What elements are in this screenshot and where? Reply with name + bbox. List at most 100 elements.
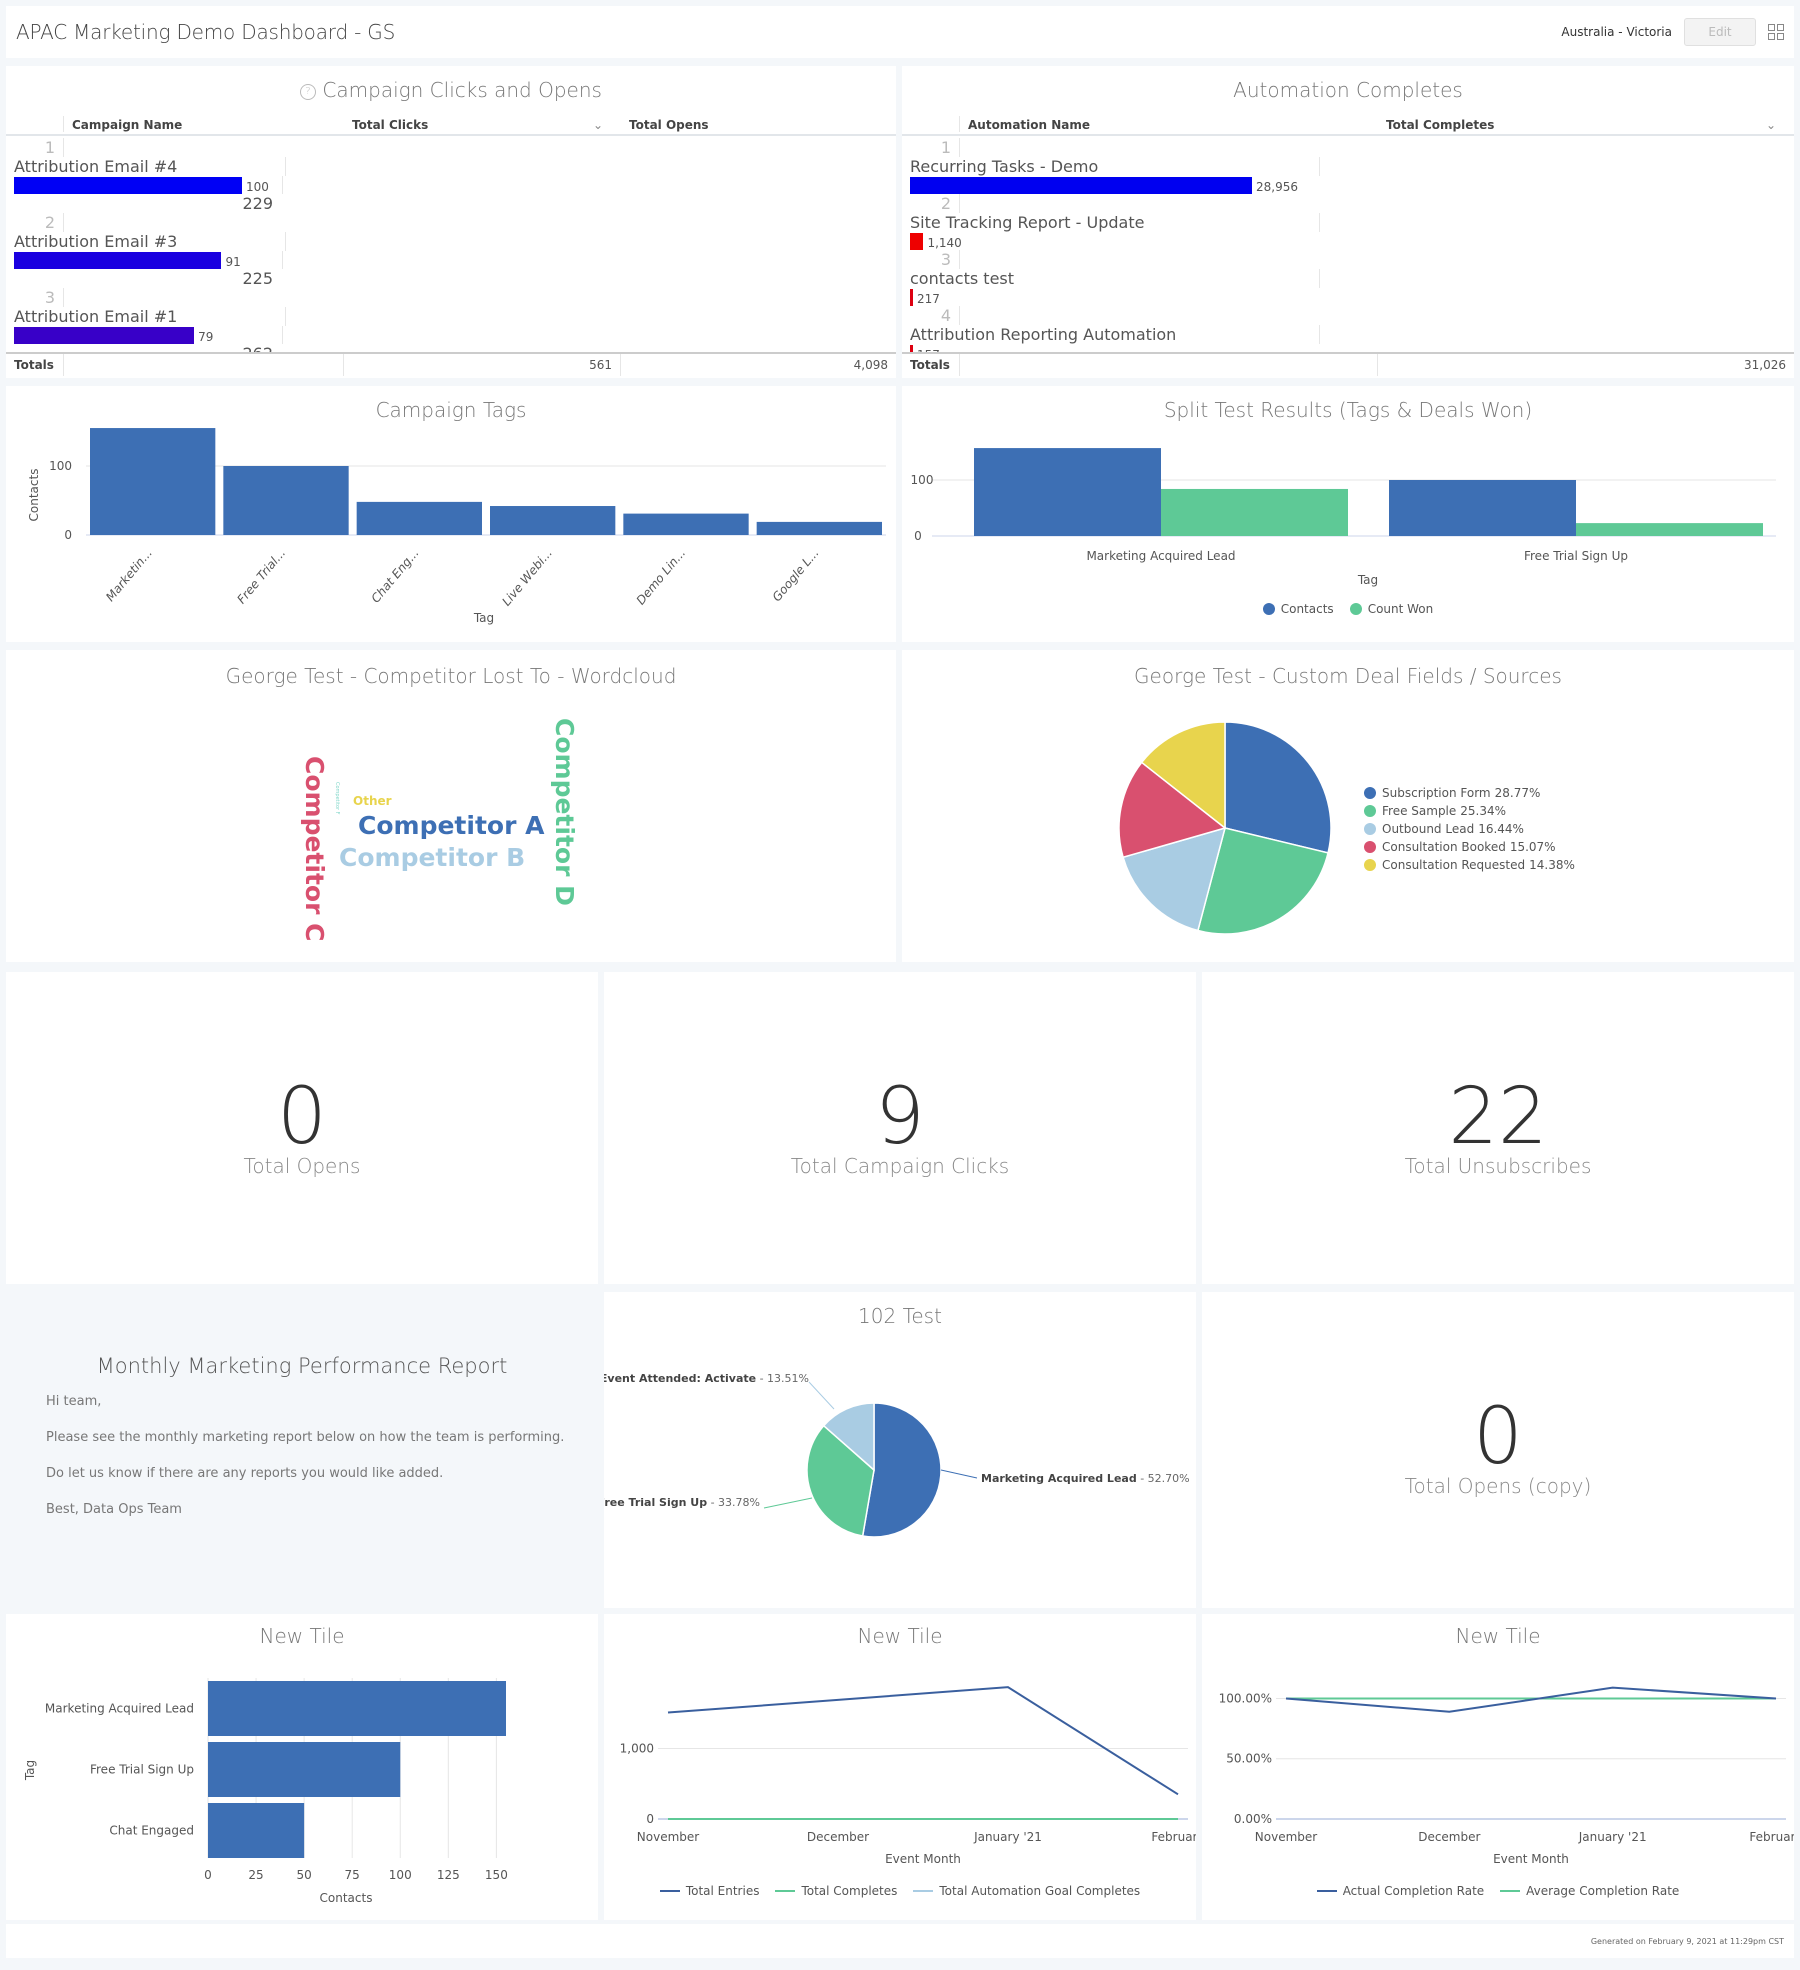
kpi-label: Total Opens (copy) — [1404, 1474, 1592, 1498]
kpi-total-opens-copy-tile: 0 Total Opens (copy) — [1202, 1292, 1794, 1608]
legend-value: 25.34% — [1460, 804, 1507, 818]
column-header-campaign-name[interactable]: Campaign Name — [64, 118, 344, 132]
legend-item-actual-rate[interactable]: Actual Completion Rate — [1316, 1884, 1484, 1898]
legend-item[interactable]: Subscription Form 28.77% — [1364, 784, 1575, 802]
opens-value: 229 — [242, 194, 273, 213]
table-row[interactable]: 2 Site Tracking Report - Update 1,140 — [902, 194, 1794, 250]
bar — [1161, 488, 1348, 536]
category-label: December — [1418, 1830, 1480, 1844]
clicks-bar — [14, 326, 195, 344]
legend-value: 15.07% — [1509, 840, 1556, 854]
edit-button[interactable]: Edit — [1684, 18, 1756, 46]
table-row[interactable]: 3 Attribution Email #1 79 262 — [6, 288, 896, 354]
split-test-tile: Split Test Results (Tags & Deals Won) 01… — [902, 386, 1794, 642]
category-label: Demo Lin... — [634, 546, 689, 608]
column-header-total-clicks[interactable]: Total Clicks ⌄ — [344, 118, 621, 132]
clicks-value: 79 — [198, 330, 214, 344]
campaign-tags-tile: Campaign Tags 0 100 Marketin... Free Trial.… — [6, 386, 896, 642]
tick-label: 0 — [204, 1868, 212, 1882]
bar — [223, 466, 349, 535]
row-index: 4 — [902, 306, 960, 325]
tile-title: Automation Completes — [1233, 78, 1463, 102]
bar — [623, 513, 749, 535]
category-label: Free Trial Sign Up — [90, 1763, 194, 1777]
legend-item-goal-completes[interactable]: Total Automation Goal Completes — [913, 1884, 1140, 1898]
row-index: 1 — [6, 138, 64, 157]
callout-line — [808, 1381, 835, 1410]
legend-item[interactable]: Consultation Requested 14.38% — [1364, 856, 1575, 874]
tick-label: 50 — [296, 1868, 311, 1882]
chart-legend: Subscription Form 28.77% Free Sample 25.34%… — [1364, 784, 1575, 874]
totals-row: Totals 31,026 — [902, 352, 1794, 376]
help-icon[interactable]: ? — [300, 83, 317, 100]
note-title: Monthly Marketing Performance Report — [96, 1354, 508, 1378]
location-selector[interactable]: Australia - Victoria — [1561, 25, 1672, 39]
note-line: Please see the monthly marketing report … — [46, 1430, 565, 1445]
bar — [1576, 523, 1763, 536]
test-102-pie: Marketing Acquired Lead - 52.70% Free Tri… — [604, 1372, 1190, 1538]
kpi-label: Total Campaign Clicks — [790, 1154, 1010, 1178]
column-header-total-completes[interactable]: Total Completes ⌄ — [1378, 118, 1794, 132]
bar — [1389, 480, 1576, 536]
automation-table-body[interactable]: 1 Recurring Tasks - Demo 28,956 2 Site Track… — [902, 138, 1794, 354]
total-clicks-value: 561 — [344, 354, 621, 376]
data-label-name: Marketing Acquired Lead — [981, 1472, 1137, 1485]
grid-layout-icon[interactable] — [1768, 24, 1784, 40]
kpi-label: Total Unsubscribes — [1404, 1154, 1592, 1178]
legend-item-contacts[interactable]: Contacts — [1262, 602, 1334, 616]
legend-dot-icon — [1262, 603, 1275, 615]
table-row[interactable]: 1 Recurring Tasks - Demo 28,956 — [902, 138, 1794, 194]
series-line — [1285, 1686, 1777, 1713]
kpi-value: 0 — [277, 1072, 327, 1162]
callout-line — [763, 1497, 813, 1509]
clicks-value: 100 — [246, 180, 269, 194]
legend-item-count-won[interactable]: Count Won — [1349, 602, 1433, 616]
table-row[interactable]: 3 contacts test 217 — [902, 250, 1794, 306]
category-label: Chat Eng... — [368, 546, 421, 606]
total-completes-value: 31,026 — [1744, 358, 1786, 372]
data-label: Marketing Acquired Lead - 52.70% — [981, 1472, 1190, 1485]
tick-label: 125 — [437, 1868, 460, 1882]
table-row[interactable]: 1 Attribution Email #4 100 229 — [6, 138, 896, 213]
kpi-value: 22 — [1448, 1072, 1548, 1162]
data-label: Free Trial Sign Up - 33.78% — [604, 1496, 760, 1509]
column-header-total-opens[interactable]: Total Opens — [621, 118, 896, 132]
note-line: Do let us know if there are any reports … — [46, 1466, 444, 1481]
column-header-automation-name[interactable]: Automation Name — [960, 118, 1378, 132]
data-label-value: - 52.70% — [1137, 1472, 1190, 1485]
legend-item[interactable]: Consultation Booked 15.07% — [1364, 838, 1575, 856]
note-line: Hi team, — [46, 1394, 102, 1409]
new-tile-rates: New Tile 0.00% 50.00% 100.00% November Decem… — [1202, 1614, 1794, 1920]
legend-item-average-rate[interactable]: Average Completion Rate — [1500, 1884, 1679, 1898]
category-label: Marketin... — [103, 546, 155, 604]
category-label: February — [1151, 1830, 1196, 1844]
dashboard-title: APAC Marketing Demo Dashboard - GS — [16, 20, 396, 44]
tick-label: 0 — [914, 529, 922, 543]
legend-item[interactable]: Free Sample 25.34% — [1364, 802, 1575, 820]
tick-label: 0 — [646, 1812, 654, 1826]
legend-item-total-entries[interactable]: Total Entries — [659, 1884, 759, 1898]
data-label-value: - 13.51% — [756, 1372, 809, 1385]
legend-item-total-completes[interactable]: Total Completes — [775, 1884, 897, 1898]
legend-item[interactable]: Outbound Lead 16.44% — [1364, 820, 1575, 838]
category-label: Free Trial... — [234, 546, 288, 606]
tick-label: 0 — [64, 528, 72, 542]
bar — [90, 428, 216, 535]
category-label: Free Trial Sign Up — [1524, 549, 1628, 563]
legend-line-icon — [1500, 1890, 1521, 1892]
bar — [208, 1742, 401, 1797]
row-index: 3 — [6, 288, 64, 307]
category-label: January '21 — [973, 1830, 1042, 1844]
data-label-name: Free Trial Sign Up — [604, 1496, 707, 1509]
new-tile-hbar: New Tile 0 25 50 75 100 125 150 Marketing Acqui… — [6, 1614, 598, 1920]
sort-chevron-icon[interactable]: ⌄ — [593, 118, 603, 132]
campaign-tags-chart: 0 100 Marketin... Free Trial... Chat Eng... L… — [27, 428, 886, 625]
campaign-table-body[interactable]: 1 Attribution Email #4 100 229 2 Attribution … — [6, 138, 896, 354]
axis-title: Tag — [1357, 573, 1378, 587]
table-row[interactable]: 4Attribution Reporting Automation157 — [902, 306, 1794, 354]
tick-label: 100 — [389, 1868, 412, 1882]
sort-chevron-icon[interactable]: ⌄ — [1766, 118, 1776, 132]
kpi-value: 0 — [1473, 1392, 1523, 1482]
legend-label: Free Sample — [1382, 804, 1457, 818]
table-row[interactable]: 2 Attribution Email #3 91 225 — [6, 213, 896, 288]
